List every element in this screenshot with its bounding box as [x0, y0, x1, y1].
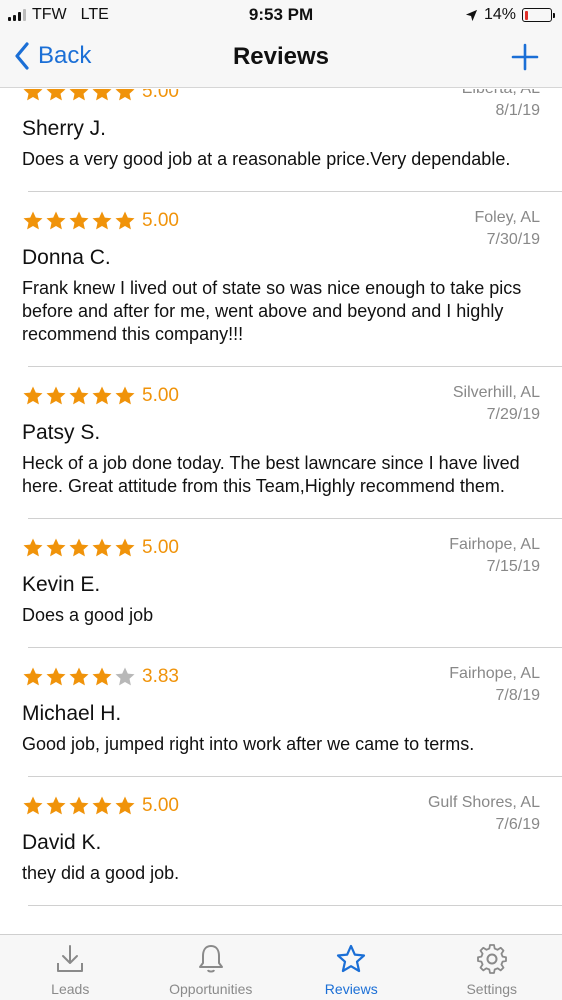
page-title: Reviews — [232, 43, 330, 70]
review-item[interactable]: 5.00 Silverhill, AL 7/29/19 Patsy S. Hec… — [0, 366, 562, 519]
status-right: 14% — [465, 6, 555, 24]
star-filled-icon — [69, 667, 89, 686]
star-filled-icon — [23, 796, 43, 815]
tab-bar: Leads Opportunities Reviews Settings — [0, 934, 562, 1000]
review-text: Frank knew I lived out of state so was n… — [22, 278, 522, 344]
tab-reviews[interactable]: Reviews — [281, 935, 422, 1000]
star-filled-icon — [92, 538, 112, 557]
reviewer-name: Donna C. — [22, 246, 111, 269]
rating-value: 5.00 — [142, 385, 179, 406]
review-location: Foley, AL — [474, 209, 540, 226]
battery-icon — [522, 8, 555, 22]
review-item[interactable]: 3.83 Fairhope, AL 7/8/19 Michael H. Good… — [0, 647, 562, 777]
star-filled-icon — [115, 211, 135, 230]
review-date: 7/8/19 — [495, 687, 540, 704]
star-filled-icon — [115, 386, 135, 405]
star-rating — [22, 210, 136, 232]
star-filled-icon — [92, 211, 112, 230]
star-filled-icon — [46, 796, 66, 815]
star-filled-icon — [46, 667, 66, 686]
star-filled-icon — [46, 538, 66, 557]
rating-row: 5.00 — [22, 206, 540, 236]
review-text: Heck of a job done today. The best lawnc… — [22, 453, 520, 496]
tab-label: Settings — [466, 981, 518, 997]
battery-level — [524, 10, 528, 20]
star-rating — [22, 666, 136, 688]
review-date: 7/30/19 — [486, 231, 540, 248]
tab-label: Leads — [51, 981, 90, 997]
star-filled-icon — [46, 211, 66, 230]
review-divider — [28, 905, 562, 906]
star-filled-icon — [115, 89, 135, 101]
reviews-scroll-content: 5.00 Elberta, AL 8/1/19 Sherry J. Does a… — [0, 89, 562, 906]
star-rating — [22, 795, 136, 817]
tab-label: Reviews — [324, 981, 378, 997]
review-text: they did a good job. — [22, 863, 180, 883]
star-rating — [22, 385, 136, 407]
review-meta: Elberta, AL 8/1/19 — [462, 89, 540, 122]
review-location: Fairhope, AL — [449, 665, 540, 682]
star-filled-icon — [46, 89, 66, 101]
star-filled-icon — [92, 89, 112, 101]
star-filled-icon — [23, 211, 43, 230]
rating-value: 5.00 — [142, 210, 179, 231]
star-filled-icon — [92, 796, 112, 815]
battery-percent: 14% — [483, 6, 516, 23]
gear-icon — [476, 944, 507, 974]
navigation-bar: Back Reviews — [0, 30, 562, 88]
review-date: 7/15/19 — [486, 558, 540, 575]
star-filled-icon — [23, 667, 43, 686]
reviews-list[interactable]: 5.00 Elberta, AL 8/1/19 Sherry J. Does a… — [0, 89, 562, 934]
review-item[interactable]: 5.00 Elberta, AL 8/1/19 Sherry J. Does a… — [0, 89, 562, 192]
review-meta: Fairhope, AL 7/8/19 — [449, 663, 540, 707]
review-text: Does a good job — [22, 605, 154, 625]
bell-icon — [198, 945, 223, 973]
review-meta: Foley, AL 7/30/19 — [474, 207, 540, 251]
review-text: Does a very good job at a reasonable pri… — [22, 149, 511, 169]
star-rating — [22, 537, 136, 559]
review-meta: Gulf Shores, AL 7/6/19 — [428, 792, 540, 836]
star-filled-icon — [46, 386, 66, 405]
star-icon — [337, 944, 366, 973]
review-location: Fairhope, AL — [449, 536, 540, 553]
star-filled-icon — [69, 386, 89, 405]
review-date: 7/6/19 — [495, 816, 540, 833]
star-filled-icon — [23, 538, 43, 557]
review-location: Gulf Shores, AL — [427, 794, 540, 811]
location-arrow-icon — [465, 9, 478, 21]
star-filled-icon — [69, 796, 89, 815]
star-filled-icon — [23, 89, 43, 101]
star-empty-icon — [115, 667, 135, 686]
rating-value: 5.00 — [142, 537, 179, 558]
review-date: 7/29/19 — [486, 406, 540, 423]
status-bar: TFW LTE 9:53 PM 14% — [0, 0, 562, 30]
star-filled-icon — [69, 89, 89, 101]
review-item[interactable]: 5.00 Fairhope, AL 7/15/19 Kevin E. Does … — [0, 518, 562, 648]
review-date: 8/1/19 — [495, 102, 540, 119]
review-meta: Fairhope, AL 7/15/19 — [449, 534, 540, 578]
star-filled-icon — [69, 538, 89, 557]
star-filled-icon — [115, 538, 135, 557]
star-filled-icon — [23, 386, 43, 405]
add-review-button[interactable] — [510, 42, 540, 72]
rating-value: 3.83 — [142, 666, 179, 687]
review-item[interactable]: 5.00 Foley, AL 7/30/19 Donna C. Frank kn… — [0, 191, 562, 367]
review-location: Silverhill, AL — [452, 384, 540, 401]
star-filled-icon — [115, 796, 135, 815]
review-location: Elberta, AL — [462, 89, 540, 100]
tab-leads[interactable]: Leads — [0, 935, 141, 1000]
tab-settings[interactable]: Settings — [422, 935, 562, 1000]
star-filled-icon — [69, 211, 89, 230]
download-tray-icon — [57, 945, 84, 972]
star-rating — [22, 89, 136, 103]
tab-label: Opportunities — [169, 981, 253, 997]
review-meta: Silverhill, AL 7/29/19 — [453, 382, 540, 426]
rating-value: 5.00 — [142, 795, 179, 816]
star-filled-icon — [92, 667, 112, 686]
star-filled-icon — [92, 386, 112, 405]
rating-value: 5.00 — [142, 89, 179, 102]
review-item[interactable]: 5.00 Gulf Shores, AL 7/6/19 David K. the… — [0, 776, 562, 906]
tab-opportunities[interactable]: Opportunities — [141, 935, 282, 1000]
review-text: Good job, jumped right into work after w… — [22, 734, 475, 754]
